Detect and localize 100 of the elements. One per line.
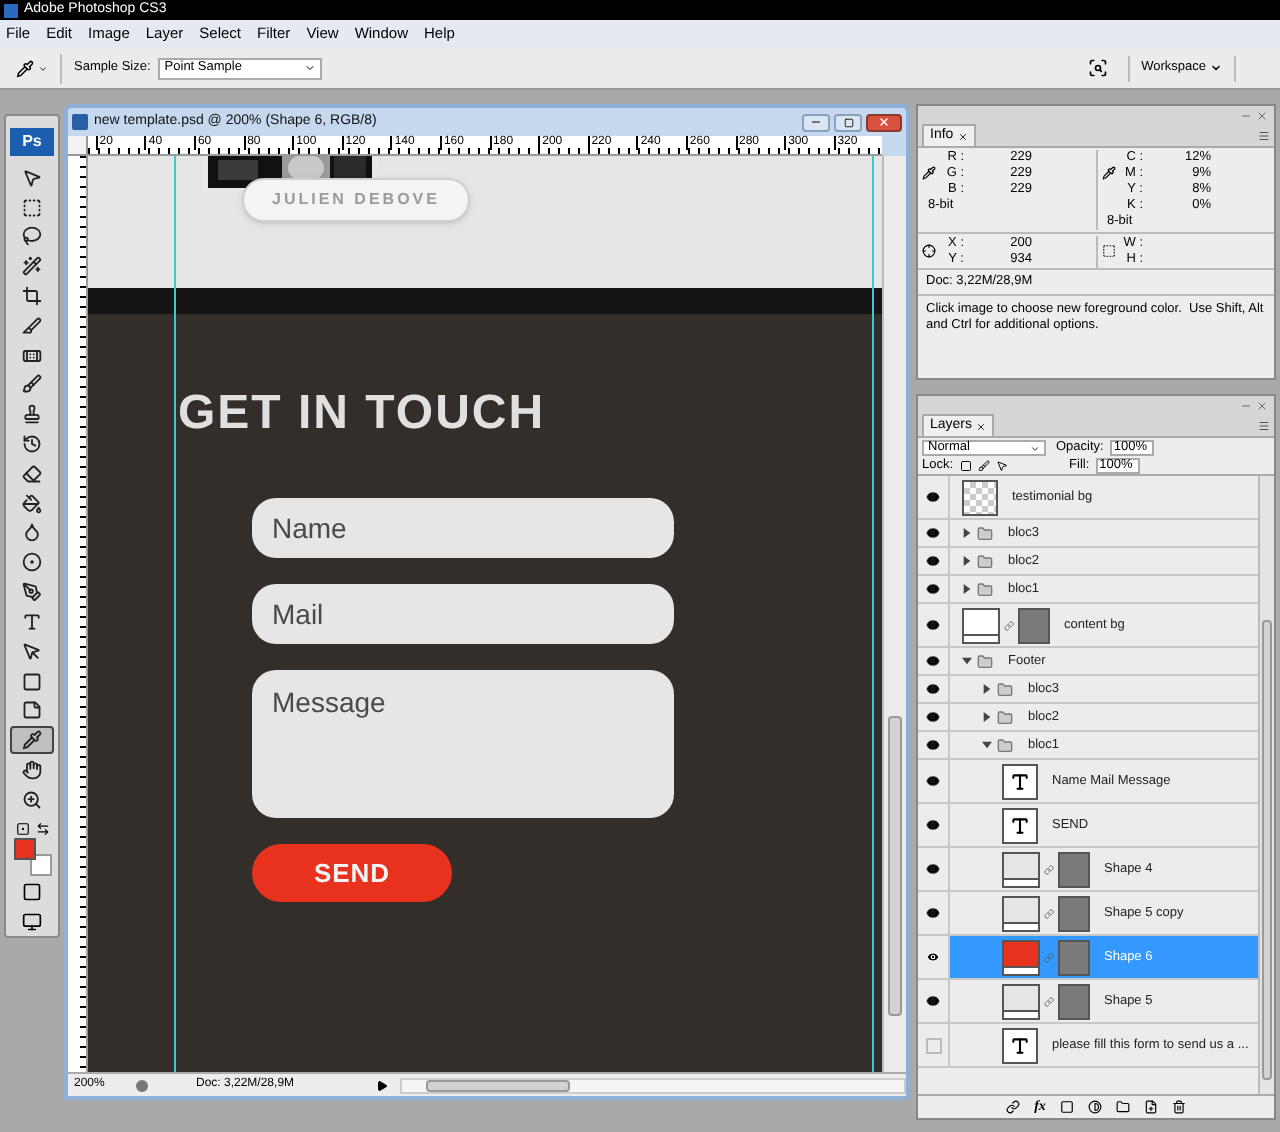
add-mask-icon[interactable] [1059, 1100, 1074, 1114]
eye-icon[interactable] [926, 738, 940, 752]
link-icon [1044, 861, 1054, 877]
triangle-right-icon[interactable] [962, 528, 972, 538]
minimize-button[interactable] [802, 113, 830, 131]
eye-icon[interactable] [926, 818, 940, 832]
eraser-icon [22, 463, 42, 484]
scroll-thumb[interactable] [888, 716, 902, 1016]
eyedropper-icon [1101, 166, 1115, 180]
horizontal-scrollbar[interactable] [400, 1077, 906, 1093]
paint-bucket-icon [22, 493, 42, 514]
folder-icon [976, 553, 994, 569]
eye-icon[interactable] [926, 862, 940, 876]
folder-icon [976, 525, 994, 541]
lock-transparency-icon[interactable] [959, 460, 972, 472]
swap-colors-icon[interactable] [35, 821, 49, 836]
maximize-icon [843, 117, 853, 127]
panel-menu-icon[interactable] [1258, 420, 1270, 432]
triangle-right-icon[interactable] [962, 584, 972, 594]
caret-icon [1030, 443, 1040, 453]
eye-icon[interactable] [926, 526, 940, 540]
panel-menu-icon[interactable] [1258, 130, 1270, 142]
brush-icon [22, 374, 42, 395]
caret-icon [1210, 62, 1222, 74]
status-menu-icon[interactable] [376, 1079, 388, 1091]
eyedropper-icon[interactable] [16, 59, 34, 77]
pointer-icon [22, 641, 42, 662]
type-icon [22, 611, 42, 632]
lock-position-icon[interactable] [995, 460, 1008, 472]
square-icon [22, 882, 42, 903]
document-icon [72, 114, 88, 130]
dashed-square-icon [22, 197, 42, 217]
vector-mask-thumbnail [1058, 851, 1090, 887]
zoom-icon [22, 789, 42, 810]
dashed-square-icon [1101, 244, 1115, 258]
triangle-right-icon[interactable] [982, 712, 992, 722]
magic-wand-icon [22, 256, 42, 277]
checkerboard-thumbnail [962, 479, 998, 515]
triangle-down-icon[interactable] [962, 656, 972, 666]
tool-button[interactable] [10, 726, 54, 755]
eye-icon[interactable] [926, 994, 940, 1008]
link-icon [1044, 993, 1054, 1009]
vector-mask-thumbnail [1058, 939, 1090, 975]
new-group-icon[interactable] [1115, 1100, 1130, 1114]
arrow-cursor-icon [22, 167, 42, 188]
history-icon [22, 434, 42, 454]
send-button[interactable]: SEND [252, 844, 452, 902]
input-field[interactable]: Mail [252, 584, 674, 644]
eye-icon[interactable] [926, 654, 940, 668]
triangle-right-icon[interactable] [962, 556, 972, 566]
delete-layer-icon[interactable] [1171, 1100, 1186, 1114]
caret-icon[interactable] [38, 63, 48, 73]
close-button[interactable] [866, 113, 902, 131]
eye-icon[interactable] [926, 774, 940, 788]
eye-icon[interactable] [926, 490, 940, 504]
triangle-right-icon[interactable] [982, 684, 992, 694]
app-logo: Ps [10, 128, 54, 156]
caret-icon [304, 62, 317, 74]
close-icon[interactable] [1256, 109, 1268, 121]
eye-icon[interactable] [926, 682, 940, 696]
vector-mask-thumbnail [1018, 607, 1050, 643]
link-layers-icon[interactable] [1006, 1100, 1021, 1114]
scroll-thumb[interactable] [426, 1079, 570, 1091]
foreground-color-swatch[interactable] [14, 837, 36, 860]
file-browser-icon[interactable] [1087, 58, 1108, 78]
knife-icon [22, 315, 42, 336]
folder-icon [996, 681, 1014, 697]
text-layer-thumbnail [1002, 763, 1038, 799]
droplet-icon [22, 522, 42, 543]
vertical-scrollbar[interactable] [882, 156, 906, 1072]
scroll-thumb[interactable] [1262, 620, 1272, 1080]
eye-icon[interactable] [926, 554, 940, 568]
monitor-icon [22, 912, 42, 933]
default-colors-icon[interactable] [15, 821, 29, 836]
bandage-icon [22, 345, 42, 366]
folder-icon [996, 737, 1014, 753]
app-icon [4, 3, 18, 17]
eye-icon[interactable] [926, 710, 940, 724]
eye-icon[interactable] [926, 582, 940, 596]
message-field[interactable]: Message [252, 670, 674, 818]
eye-icon[interactable] [926, 906, 940, 920]
name-tag: JULIEN DEBOVE [242, 178, 470, 222]
triangle-down-icon[interactable] [982, 740, 992, 750]
stamp-icon [22, 404, 42, 425]
crosshair-icon [922, 244, 936, 258]
folder-icon [976, 581, 994, 597]
eye-icon[interactable] [926, 618, 940, 632]
new-layer-icon[interactable] [1143, 1100, 1158, 1114]
vector-mask-thumbnail [1058, 895, 1090, 931]
maximize-button[interactable] [834, 113, 862, 131]
text-layer-thumbnail [1002, 1027, 1038, 1063]
text-layer-thumbnail [1002, 807, 1038, 843]
input-field[interactable]: Name [252, 498, 674, 558]
background-color-swatch[interactable] [30, 854, 52, 877]
close-icon[interactable] [1256, 399, 1268, 411]
link-icon [1044, 905, 1054, 921]
lock-pixels-icon[interactable] [977, 460, 990, 472]
adjustment-layer-icon[interactable] [1087, 1100, 1102, 1114]
layers-scrollbar[interactable] [1258, 476, 1274, 1094]
section-heading: GET IN TOUCH [178, 386, 546, 442]
